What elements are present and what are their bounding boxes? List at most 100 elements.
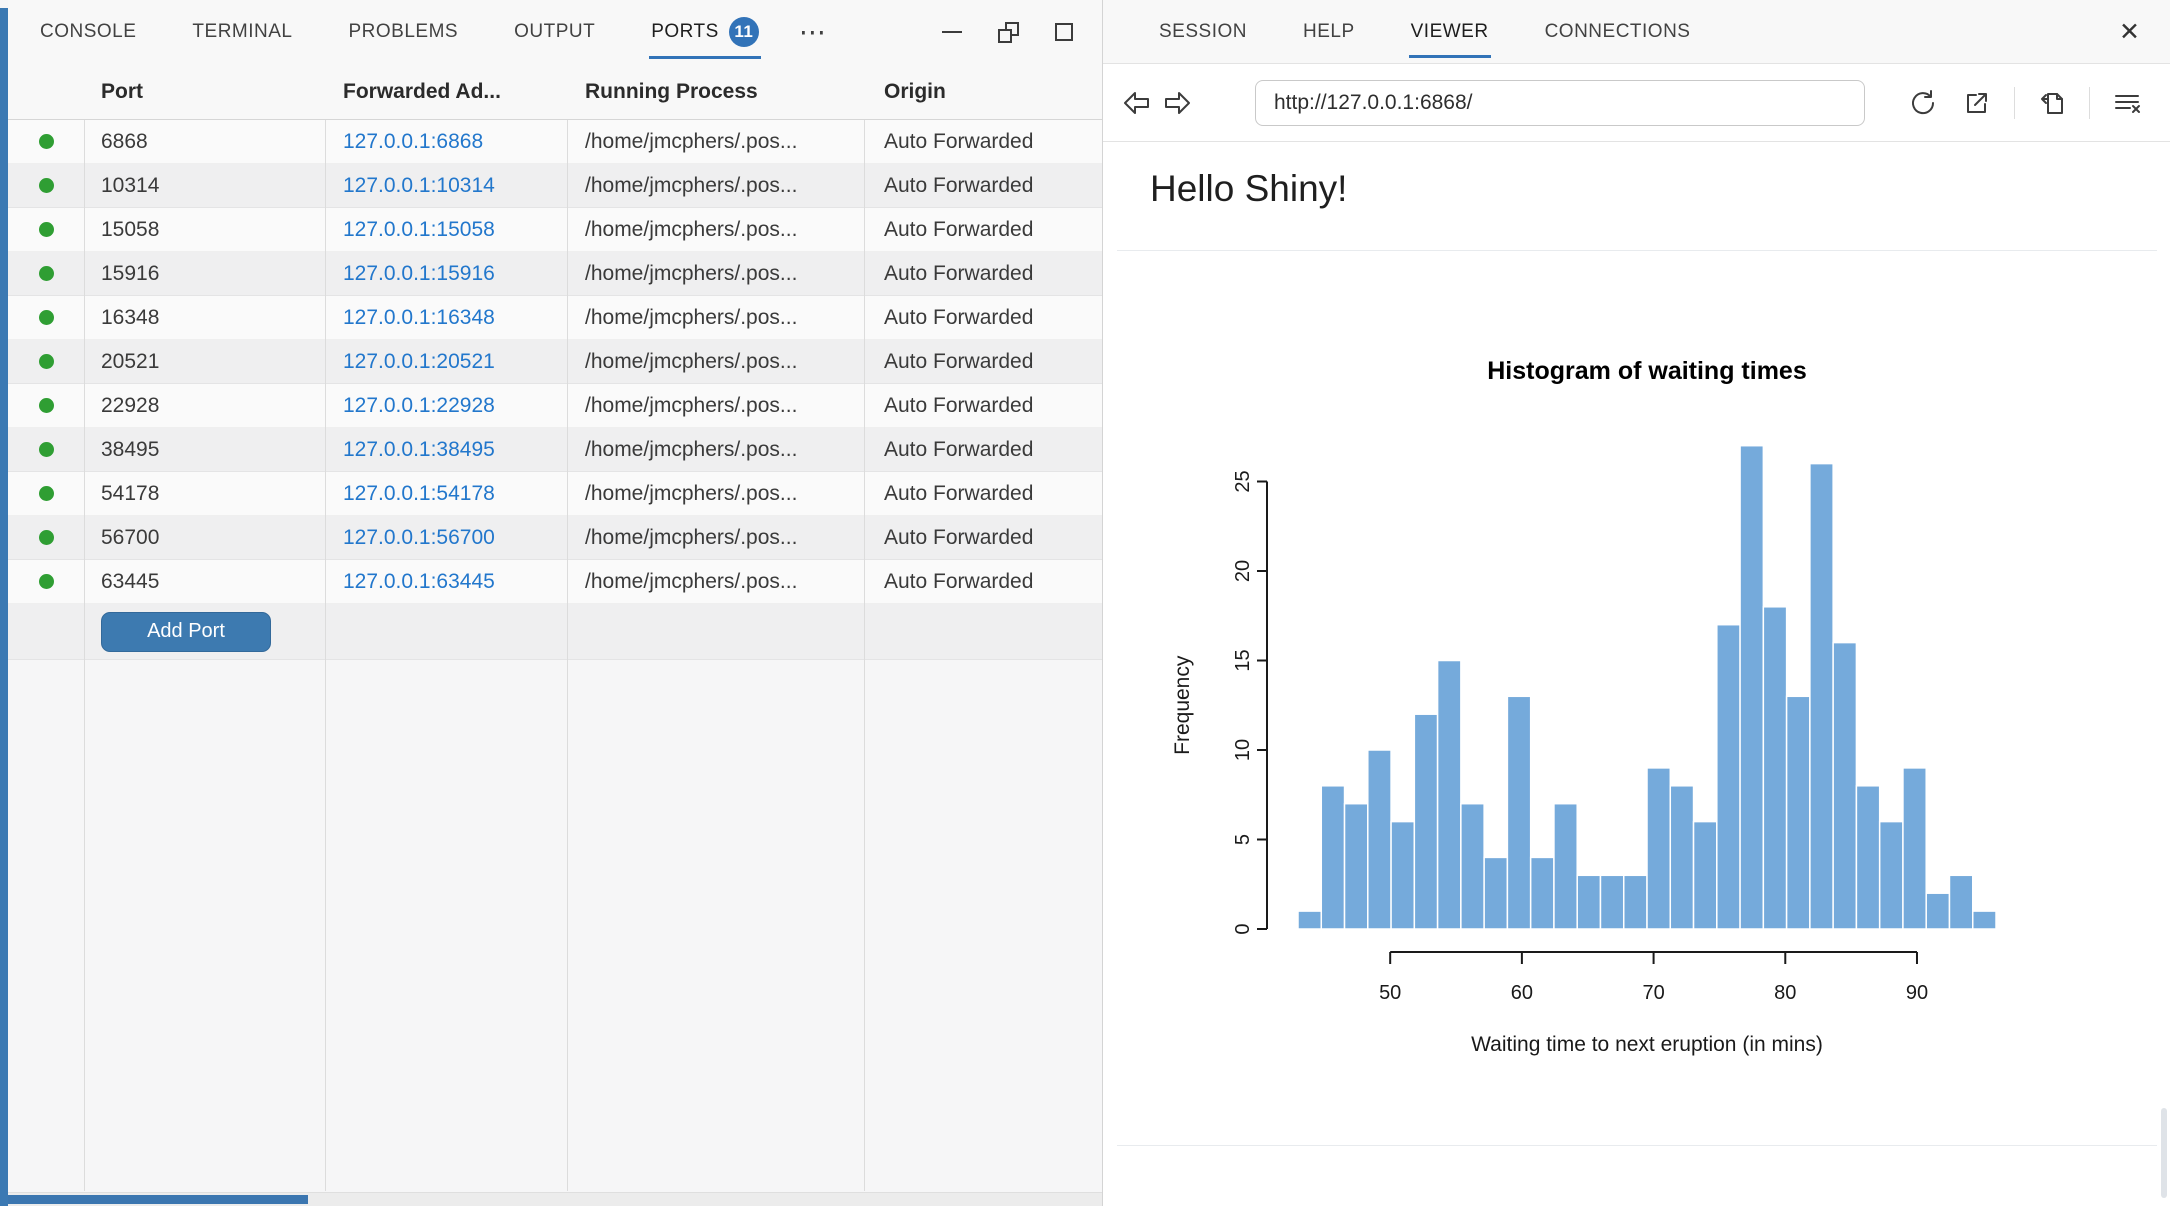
- histogram-bar: [1391, 822, 1414, 929]
- port-status: [8, 398, 84, 413]
- forwarded-address-cell: 127.0.0.1:15916: [325, 262, 567, 286]
- port-row[interactable]: 38495127.0.0.1:38495/home/jmcphers/.pos.…: [8, 428, 1102, 472]
- column-header-port[interactable]: Port: [84, 80, 325, 104]
- port-row[interactable]: 10314127.0.0.1:10314/home/jmcphers/.pos.…: [8, 164, 1102, 208]
- port-row[interactable]: 22928127.0.0.1:22928/home/jmcphers/.pos.…: [8, 384, 1102, 428]
- horizontal-scrollbar[interactable]: [8, 1192, 1102, 1206]
- column-divider: [864, 120, 865, 1191]
- add-port-row: Add Port: [8, 604, 1102, 660]
- histogram-bar: [1531, 857, 1554, 929]
- histogram-bar: [1670, 786, 1693, 929]
- column-divider: [567, 120, 568, 1191]
- tab-ports-label: PORTS: [651, 21, 719, 43]
- histogram-bar: [1577, 875, 1600, 929]
- port-number-cell: 15058: [84, 218, 325, 242]
- tab-problems[interactable]: PROBLEMS: [349, 0, 459, 64]
- port-row[interactable]: 63445127.0.0.1:63445/home/jmcphers/.pos.…: [8, 560, 1102, 604]
- tab-session[interactable]: SESSION: [1159, 0, 1247, 63]
- maximize-panel-icon[interactable]: [1052, 20, 1076, 44]
- status-dot-icon: [39, 530, 54, 545]
- histogram-bar: [1787, 696, 1810, 929]
- panel-accent-bar: [0, 8, 8, 1206]
- x-tick-label: 50: [1379, 982, 1401, 1004]
- forwarded-address-link[interactable]: 127.0.0.1:10314: [343, 174, 495, 197]
- tab-console[interactable]: CONSOLE: [40, 0, 136, 64]
- refresh-icon[interactable]: [1906, 86, 1940, 120]
- forwarded-address-link[interactable]: 127.0.0.1:63445: [343, 570, 495, 593]
- forwarded-address-cell: 127.0.0.1:10314: [325, 174, 567, 198]
- tab-output-label: OUTPUT: [514, 21, 595, 43]
- running-process-cell: /home/jmcphers/.pos...: [567, 350, 864, 374]
- port-number-cell: 15916: [84, 262, 325, 286]
- histogram-bar: [1298, 911, 1321, 929]
- column-header-origin[interactable]: Origin: [864, 80, 1102, 104]
- ports-table-header: Port Forwarded Ad... Running Process Ori…: [8, 64, 1102, 120]
- running-process-cell: /home/jmcphers/.pos...: [567, 262, 864, 286]
- column-divider: [325, 120, 326, 1191]
- tab-connections-label: CONNECTIONS: [1545, 21, 1691, 43]
- port-row[interactable]: 56700127.0.0.1:56700/home/jmcphers/.pos.…: [8, 516, 1102, 560]
- toolbar-divider: [2089, 87, 2090, 119]
- ports-count-badge: 11: [729, 17, 759, 47]
- minimize-panel-icon[interactable]: [940, 20, 964, 44]
- horizontal-scrollbar-thumb[interactable]: [8, 1195, 308, 1204]
- histogram-bar: [1763, 607, 1786, 929]
- vertical-scrollbar-thumb[interactable]: [2161, 1108, 2167, 1198]
- forwarded-address-link[interactable]: 127.0.0.1:56700: [343, 526, 495, 549]
- origin-cell: Auto Forwarded: [864, 482, 1102, 506]
- tab-connections[interactable]: CONNECTIONS: [1545, 0, 1691, 63]
- forwarded-address-link[interactable]: 127.0.0.1:54178: [343, 482, 495, 505]
- back-icon[interactable]: [1117, 86, 1157, 120]
- viewer-toolbar: http://127.0.0.1:6868/: [1103, 64, 2170, 142]
- histogram-bar: [1624, 875, 1647, 929]
- forwarded-address-link[interactable]: 127.0.0.1:15058: [343, 218, 495, 241]
- status-dot-icon: [39, 354, 54, 369]
- tab-output[interactable]: OUTPUT: [514, 0, 595, 64]
- open-in-browser-icon[interactable]: [1960, 86, 1994, 120]
- restore-panel-icon[interactable]: [996, 20, 1020, 44]
- y-tick-label: 20: [1232, 560, 1254, 582]
- forwarded-address-link[interactable]: 127.0.0.1:20521: [343, 350, 495, 373]
- port-status: [8, 574, 84, 589]
- ports-table-body: 6868127.0.0.1:6868/home/jmcphers/.pos...…: [8, 120, 1102, 604]
- forwarded-address-cell: 127.0.0.1:54178: [325, 482, 567, 506]
- port-status: [8, 134, 84, 149]
- port-row[interactable]: 15058127.0.0.1:15058/home/jmcphers/.pos.…: [8, 208, 1102, 252]
- histogram-bar: [1368, 750, 1391, 929]
- x-axis-title: Waiting time to next eruption (in mins): [1471, 1033, 1823, 1056]
- forward-icon[interactable]: [1157, 86, 1197, 120]
- forwarded-address-link[interactable]: 127.0.0.1:22928: [343, 394, 495, 417]
- port-row[interactable]: 15916 127.0.0.1:15916/home/jmcphers/.pos.…: [8, 252, 1102, 296]
- forwarded-address-link[interactable]: 127.0.0.1:38495: [343, 438, 495, 461]
- tab-terminal[interactable]: TERMINAL: [192, 0, 292, 64]
- forwarded-address-cell: 127.0.0.1:38495: [325, 438, 567, 462]
- y-tick-label: 5: [1232, 834, 1254, 845]
- forwarded-address-link[interactable]: 127.0.0.1:15916: [343, 262, 495, 285]
- origin-cell: Auto Forwarded: [864, 262, 1102, 286]
- forwarded-address-cell: 127.0.0.1:6868: [325, 130, 567, 154]
- add-port-button[interactable]: Add Port: [101, 612, 271, 652]
- tab-help[interactable]: HELP: [1303, 0, 1355, 63]
- status-dot-icon: [39, 222, 54, 237]
- histogram-bar: [1973, 911, 1996, 929]
- port-row[interactable]: 54178127.0.0.1:54178/home/jmcphers/.pos.…: [8, 472, 1102, 516]
- status-dot-icon: [39, 486, 54, 501]
- port-row[interactable]: 16348127.0.0.1:16348/home/jmcphers/.pos.…: [8, 296, 1102, 340]
- column-header-running-process[interactable]: Running Process: [567, 80, 864, 104]
- histogram-bar: [1833, 643, 1856, 929]
- column-header-forwarded-address[interactable]: Forwarded Ad...: [325, 80, 567, 104]
- clear-viewer-icon[interactable]: [2110, 86, 2144, 120]
- forwarded-address-link[interactable]: 127.0.0.1:6868: [343, 130, 483, 153]
- forwarded-address-link[interactable]: 127.0.0.1:16348: [343, 306, 495, 329]
- open-in-editor-icon[interactable]: [2035, 86, 2069, 120]
- port-row[interactable]: 6868127.0.0.1:6868/home/jmcphers/.pos...…: [8, 120, 1102, 164]
- y-tick-label: 25: [1232, 470, 1254, 492]
- tab-ports[interactable]: PORTS 11: [651, 0, 759, 64]
- more-actions-icon[interactable]: ⋯: [799, 17, 829, 48]
- port-number-cell: 54178: [84, 482, 325, 506]
- tab-viewer[interactable]: VIEWER: [1411, 0, 1489, 63]
- close-panel-icon[interactable]: ✕: [2119, 17, 2140, 47]
- histogram-bar: [1461, 804, 1484, 929]
- port-row[interactable]: 20521127.0.0.1:20521/home/jmcphers/.pos.…: [8, 340, 1102, 384]
- url-input[interactable]: http://127.0.0.1:6868/: [1255, 80, 1865, 126]
